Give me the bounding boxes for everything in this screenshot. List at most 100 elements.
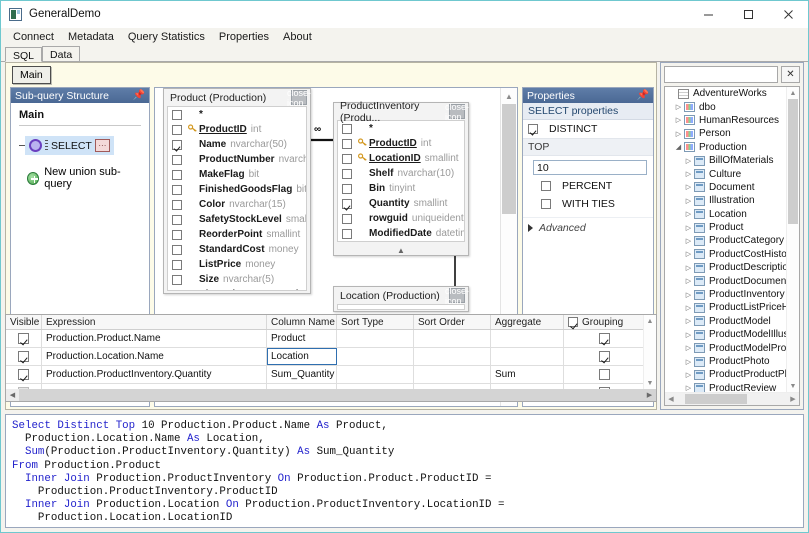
- visible-checkbox[interactable]: [18, 369, 29, 380]
- cell-sort-type[interactable]: [337, 330, 414, 347]
- tree-node-humanresources[interactable]: ▷ HumanResources: [665, 114, 786, 127]
- scroll-right-arrow-icon[interactable]: ▶: [643, 389, 656, 401]
- table-header-product[interactable]: Product (Production) close-icon: [164, 88, 311, 108]
- field-checkbox[interactable]: [172, 154, 182, 165]
- scroll-left-arrow-icon[interactable]: ◀: [665, 393, 677, 405]
- field-checkbox[interactable]: [172, 274, 182, 285]
- table-box-product[interactable]: Product (Production) close-icon * Produc…: [163, 88, 311, 294]
- maximize-button[interactable]: [728, 1, 768, 27]
- grid-col-visible[interactable]: Visible: [6, 315, 42, 329]
- menu-about[interactable]: About: [276, 30, 319, 44]
- table-header-location[interactable]: Location (Production) close-icon: [334, 286, 469, 306]
- menu-metadata[interactable]: Metadata: [61, 30, 121, 44]
- field-checkbox[interactable]: [172, 139, 182, 150]
- tree-node-productmodelproductdescription[interactable]: ▷ ProductModelProduc: [665, 341, 786, 354]
- percent-row[interactable]: PERCENT: [523, 177, 653, 195]
- table-fields-product[interactable]: * ProductID int Name nvarchar(50) ProductN…: [167, 106, 307, 291]
- cell-column-name[interactable]: Product: [267, 330, 337, 347]
- table-fields-productinventory[interactable]: * ProductID int LocationID smallint Shelf n…: [337, 120, 465, 242]
- cell-expression[interactable]: Production.Product.Name: [42, 330, 267, 347]
- field-checkbox[interactable]: [172, 214, 182, 225]
- cell-expression[interactable]: Production.ProductInventory.Quantity: [42, 366, 267, 383]
- expander-icon[interactable]: ▷: [683, 170, 694, 178]
- top-input[interactable]: 10: [533, 160, 647, 175]
- select-node-options-button[interactable]: ···: [94, 139, 110, 152]
- tree-node-production[interactable]: ◢ Production: [665, 141, 786, 154]
- tree-vertical-scrollbar[interactable]: ▲ ▼: [786, 87, 799, 392]
- scrollbar-thumb[interactable]: [19, 389, 374, 401]
- tree-node-culture[interactable]: ▷ Culture: [665, 167, 786, 180]
- tree-node-productmodel[interactable]: ▷ ProductModel: [665, 315, 786, 328]
- field-checkbox[interactable]: [172, 199, 182, 210]
- cell-sort-order[interactable]: [414, 366, 491, 383]
- tree-node-productdocument[interactable]: ▷ ProductDocument: [665, 274, 786, 287]
- tree-node-billofmaterials[interactable]: ▷ BillOfMaterials: [665, 154, 786, 167]
- tree-node-document[interactable]: ▷ Document: [665, 181, 786, 194]
- field-checkbox[interactable]: [342, 228, 352, 239]
- subquery-tab-main[interactable]: Main: [12, 66, 51, 84]
- grid-col-sort-type[interactable]: Sort Type: [337, 315, 414, 329]
- grouping-checkbox[interactable]: [599, 351, 610, 362]
- grid-col-expression[interactable]: Expression: [42, 315, 267, 329]
- tree-container[interactable]: AdventureWorks ▷ dbo ▷ HumanResources ▷ Per…: [664, 86, 800, 406]
- tree-node-productreview[interactable]: ▷ ProductReview: [665, 382, 786, 392]
- grid-horizontal-scrollbar[interactable]: ◀ ▶: [6, 389, 656, 401]
- grouping-checkbox[interactable]: [599, 333, 610, 344]
- scroll-down-arrow-icon[interactable]: ▼: [644, 377, 656, 389]
- expander-icon[interactable]: ▷: [683, 183, 694, 191]
- cell-grouping[interactable]: [564, 330, 646, 347]
- grid-col-aggregate[interactable]: Aggregate: [491, 315, 564, 329]
- expander-icon[interactable]: ▷: [683, 291, 694, 299]
- menu-properties[interactable]: Properties: [212, 30, 276, 44]
- tree-node-dbo[interactable]: ▷ dbo: [665, 100, 786, 113]
- expander-icon[interactable]: ▷: [683, 250, 694, 258]
- close-icon[interactable]: close-icon: [287, 88, 311, 108]
- cell-column-name[interactable]: Sum_Quantity: [267, 366, 337, 383]
- tree-node-illustration[interactable]: ▷ Illustration: [665, 194, 786, 207]
- field-checkbox[interactable]: [172, 124, 182, 135]
- tree-node-productcosthistory[interactable]: ▷ ProductCostHistory: [665, 248, 786, 261]
- cell-visible[interactable]: [6, 366, 42, 383]
- tree-node-productphoto[interactable]: ▷ ProductPhoto: [665, 355, 786, 368]
- tree-node-productmodelillustration[interactable]: ▷ ProductModelIllustra: [665, 328, 786, 341]
- expander-icon[interactable]: ◢: [673, 143, 684, 151]
- cell-aggregate[interactable]: [491, 348, 564, 365]
- expander-icon[interactable]: ▷: [683, 237, 694, 245]
- field-checkbox[interactable]: [172, 289, 182, 290]
- cell-grouping[interactable]: [564, 348, 646, 365]
- tree-horizontal-scrollbar[interactable]: ◀ ▶: [665, 392, 799, 405]
- close-icon[interactable]: close-icon: [445, 102, 469, 122]
- expander-icon[interactable]: ▷: [683, 344, 694, 352]
- field-checkbox[interactable]: [342, 153, 352, 164]
- grid-col-sort-order[interactable]: Sort Order: [414, 315, 491, 329]
- field-checkbox[interactable]: [342, 138, 352, 149]
- percent-checkbox[interactable]: [541, 181, 551, 191]
- expander-icon[interactable]: ▷: [683, 277, 694, 285]
- scrollbar-thumb[interactable]: [685, 394, 747, 404]
- tree-node-adventureworks[interactable]: AdventureWorks: [665, 87, 786, 100]
- scroll-up-arrow-icon[interactable]: ▲: [787, 87, 799, 99]
- field-checkbox[interactable]: [342, 183, 352, 194]
- expander-icon[interactable]: ▷: [673, 130, 684, 138]
- scroll-down-arrow-icon[interactable]: ▼: [787, 380, 799, 392]
- table-box-productinventory[interactable]: ProductInventory (Produ... close-icon * …: [333, 100, 469, 256]
- expander-icon[interactable]: ▷: [683, 371, 694, 379]
- expander-icon[interactable]: ▷: [673, 103, 684, 111]
- tree-node-productlistpricehistory[interactable]: ▷ ProductListPriceHisto: [665, 301, 786, 314]
- expander-icon[interactable]: ▷: [683, 384, 694, 392]
- tree-node-product[interactable]: ▷ Product: [665, 221, 786, 234]
- with-ties-checkbox[interactable]: [541, 199, 551, 209]
- tab-sql[interactable]: SQL: [5, 47, 43, 62]
- columns-grid[interactable]: Visible Expression Column Name Sort Type…: [5, 314, 657, 402]
- expander-icon[interactable]: ▷: [683, 317, 694, 325]
- tree-node-productcategory[interactable]: ▷ ProductCategory: [665, 234, 786, 247]
- expander-icon[interactable]: ▷: [683, 197, 694, 205]
- tree-node-productproductphoto[interactable]: ▷ ProductProductPhot: [665, 368, 786, 381]
- field-checkbox[interactable]: [172, 109, 182, 120]
- clear-search-icon[interactable]: ✕: [781, 66, 800, 83]
- expander-icon[interactable]: ▷: [673, 116, 684, 124]
- sql-editor[interactable]: Select Distinct Top 10 Production.Produc…: [5, 414, 804, 528]
- advanced-row[interactable]: Advanced: [523, 217, 653, 238]
- new-union-subquery-item[interactable]: New union sub-query: [19, 166, 141, 190]
- scroll-up-arrow-icon[interactable]: ▲: [501, 88, 517, 104]
